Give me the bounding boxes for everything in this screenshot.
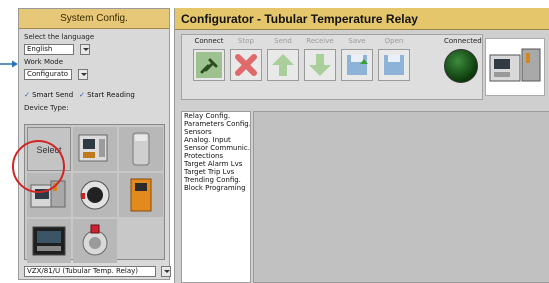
work-mode-select[interactable]: Configurato bbox=[24, 69, 88, 80]
receive-button[interactable] bbox=[304, 49, 336, 81]
device-tile-round-sensor[interactable] bbox=[73, 219, 117, 263]
menu-item[interactable]: Sensor Communic. bbox=[182, 144, 250, 152]
language-select[interactable]: English bbox=[24, 44, 90, 55]
toolbar: Connect Stop Send Receive Save Open Conn… bbox=[181, 34, 483, 100]
connected-label: Connected bbox=[444, 37, 482, 45]
plug-icon bbox=[196, 52, 222, 78]
device-model-select[interactable]: VZX/81/U (Tubular Temp. Relay) bbox=[24, 266, 171, 277]
menu-item[interactable]: Protections bbox=[182, 152, 250, 160]
relay-unit-icon bbox=[78, 134, 108, 162]
stop-x-icon bbox=[235, 54, 257, 76]
work-mode-label: Work Mode bbox=[24, 58, 64, 66]
floppy-open-icon bbox=[384, 55, 404, 75]
menu-item[interactable]: Target Alarm Lvs bbox=[182, 160, 250, 168]
cylinder-sensor-icon bbox=[132, 132, 150, 166]
stop-button[interactable] bbox=[230, 49, 262, 81]
arrow-up-icon bbox=[272, 54, 294, 76]
language-value: English bbox=[27, 45, 53, 53]
configurator-title: Configurator - Tubular Temperature Relay bbox=[175, 8, 549, 30]
menu-item[interactable]: Relay Config. bbox=[182, 112, 250, 120]
tubular-relay-preview-icon bbox=[489, 48, 541, 82]
open-label: Open bbox=[384, 37, 404, 45]
orange-module-icon bbox=[130, 178, 152, 212]
connect-label: Connect bbox=[194, 37, 224, 45]
smart-send-label: Smart Send bbox=[32, 91, 74, 99]
system-config-title: System Config. bbox=[19, 9, 169, 29]
checkmark-icon: ✓ bbox=[24, 91, 30, 99]
chevron-down-icon[interactable] bbox=[80, 44, 90, 55]
device-tile-panel-meter[interactable] bbox=[27, 219, 71, 263]
open-button[interactable] bbox=[378, 49, 410, 81]
device-type-label: Device Type: bbox=[24, 104, 69, 112]
menu-item[interactable]: Trending Config. bbox=[182, 176, 250, 184]
stop-label: Stop bbox=[238, 37, 254, 45]
checkmark-icon: ✓ bbox=[79, 91, 85, 99]
round-meter-icon bbox=[80, 180, 110, 210]
chevron-down-icon[interactable] bbox=[161, 266, 171, 277]
screen: System Config. Select the language Engli… bbox=[0, 0, 549, 283]
panel-meter-icon bbox=[32, 226, 66, 256]
pointer-arrow-icon bbox=[0, 60, 18, 68]
chevron-down-icon[interactable] bbox=[78, 69, 88, 80]
workspace-area bbox=[253, 111, 549, 283]
highlight-circle bbox=[12, 140, 65, 193]
device-tile-orange-module[interactable] bbox=[119, 173, 163, 217]
menu-item[interactable]: Parameters Config. bbox=[182, 120, 250, 128]
connect-button[interactable] bbox=[193, 49, 225, 81]
menu-item[interactable]: Block Programing bbox=[182, 184, 250, 192]
device-tile-cylinder-sensor[interactable] bbox=[119, 127, 163, 171]
send-label: Send bbox=[274, 37, 292, 45]
smart-send-checkbox[interactable]: ✓ Smart Send bbox=[24, 91, 73, 99]
menu-item[interactable]: Analog. Input bbox=[182, 136, 250, 144]
floppy-save-icon bbox=[347, 55, 368, 75]
menu-item[interactable]: Sensors bbox=[182, 128, 250, 136]
connected-indicator-led bbox=[444, 49, 478, 83]
receive-label: Receive bbox=[306, 37, 334, 45]
work-mode-value: Configurato bbox=[27, 70, 69, 78]
save-label: Save bbox=[348, 37, 366, 45]
device-model-value: VZX/81/U (Tubular Temp. Relay) bbox=[27, 267, 139, 275]
menu-item[interactable]: Target Trip Lvs bbox=[182, 168, 250, 176]
config-menu: Relay Config. Parameters Config. Sensors… bbox=[181, 111, 251, 283]
device-tile-relay-unit[interactable] bbox=[73, 127, 117, 171]
start-reading-checkbox[interactable]: ✓ Start Reading bbox=[79, 91, 135, 99]
configurator-panel: Configurator - Tubular Temperature Relay… bbox=[174, 8, 549, 283]
round-sensor-icon bbox=[82, 224, 108, 256]
device-preview bbox=[485, 38, 545, 96]
device-tile-round-meter[interactable] bbox=[73, 173, 117, 217]
language-label: Select the language bbox=[24, 33, 95, 41]
save-button[interactable] bbox=[341, 49, 373, 81]
start-reading-label: Start Reading bbox=[87, 91, 135, 99]
arrow-down-icon bbox=[309, 54, 331, 76]
send-button[interactable] bbox=[267, 49, 299, 81]
